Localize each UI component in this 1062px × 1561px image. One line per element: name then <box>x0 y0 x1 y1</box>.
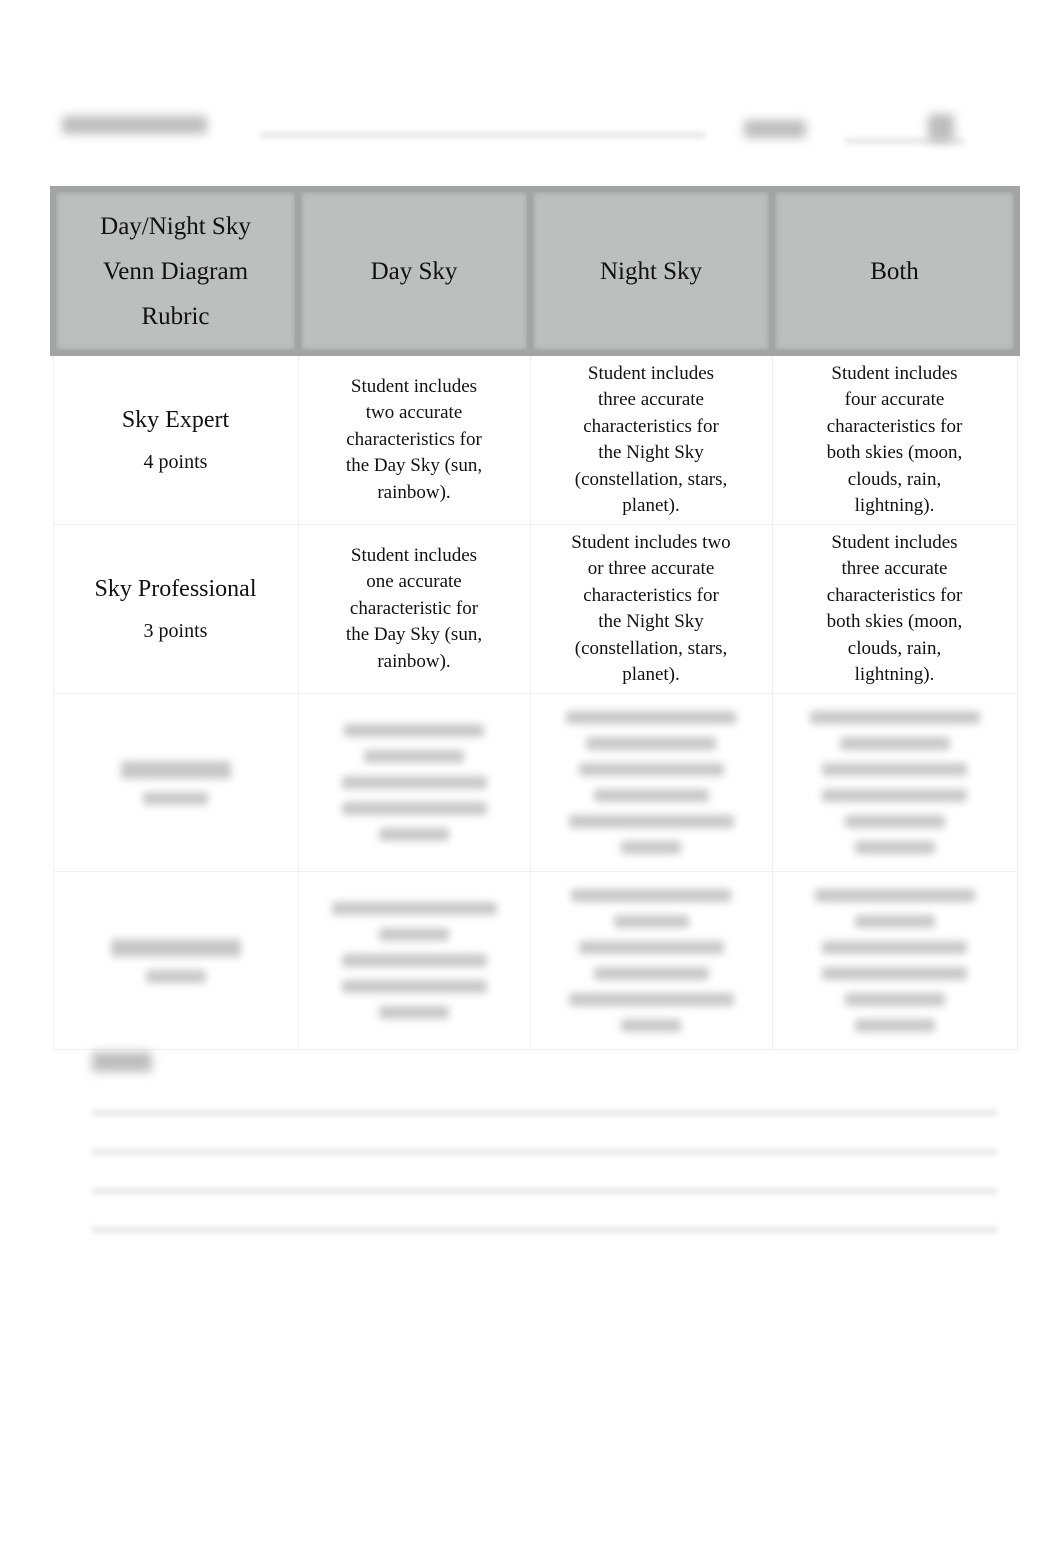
table-row: Sky Expert 4 points Student includes two… <box>52 352 1018 525</box>
both-criteria: Student includes three accurate characte… <box>771 524 1018 694</box>
level-cell: Sky Expert 4 points <box>52 352 299 525</box>
day-sky-criteria: Student includes two accurate characteri… <box>297 352 531 525</box>
night-sky-criteria: Student includes three accurate characte… <box>529 352 773 525</box>
rubric-title-header: Day/Night Sky Venn Diagram Rubric <box>50 186 301 356</box>
both-criteria-blurred <box>771 871 1018 1050</box>
notes-line[interactable] <box>92 1149 997 1155</box>
day-sky-header: Day Sky <box>295 186 533 356</box>
day-sky-criteria: Student includes one accurate characteri… <box>297 524 531 694</box>
notes-line[interactable] <box>92 1227 997 1233</box>
table-row: Sky Professional 3 points Student includ… <box>52 524 1018 694</box>
level-points: 4 points <box>143 450 208 473</box>
student-name-label-blurred <box>62 116 207 134</box>
level-cell-blurred <box>52 693 299 872</box>
table-row-blurred <box>52 693 1018 872</box>
both-header: Both <box>769 186 1020 356</box>
night-sky-header: Night Sky <box>527 186 775 356</box>
student-header-blurred <box>60 108 980 148</box>
night-sky-criteria-blurred <box>529 871 773 1050</box>
day-sky-criteria-blurred <box>297 693 531 872</box>
level-title: Sky Expert <box>121 406 230 433</box>
student-name-field-blurred[interactable] <box>260 132 705 138</box>
both-criteria-blurred <box>771 693 1018 872</box>
score-label-blurred <box>744 120 806 138</box>
notes-line[interactable] <box>92 1188 997 1194</box>
level-cell-blurred <box>52 871 299 1050</box>
rubric-table: Day/Night Sky Venn Diagram Rubric Day Sk… <box>50 186 1020 1050</box>
notes-label-blurred <box>92 1052 152 1072</box>
level-points: 3 points <box>143 619 208 642</box>
level-title: Sky Professional <box>94 575 257 602</box>
notes-line[interactable] <box>92 1110 997 1116</box>
table-row-blurred <box>52 871 1018 1050</box>
night-sky-criteria-blurred <box>529 693 773 872</box>
both-criteria: Student includes four accurate character… <box>771 352 1018 525</box>
day-sky-criteria-blurred <box>297 871 531 1050</box>
score-value-blurred <box>928 114 954 142</box>
level-cell: Sky Professional 3 points <box>52 524 299 694</box>
rubric-header-row: Day/Night Sky Venn Diagram Rubric Day Sk… <box>50 186 1020 356</box>
notes-section-blurred <box>92 1050 1002 1250</box>
night-sky-criteria: Student includes two or three accurate c… <box>529 524 773 694</box>
